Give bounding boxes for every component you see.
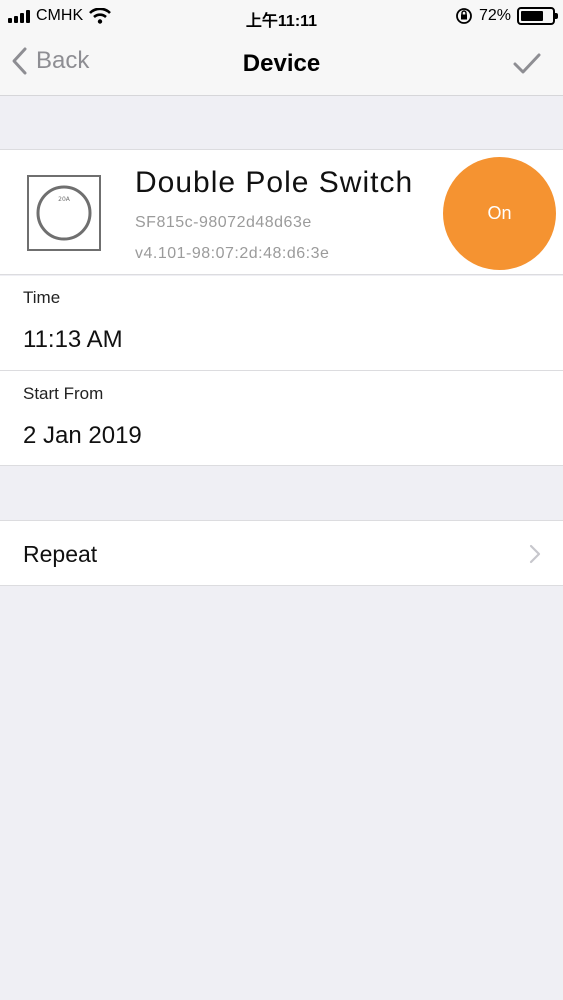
time-value: 11:13 AM [23,326,123,353]
time-row[interactable]: Time 11:13 AM [0,276,563,371]
status-right: 72% [455,7,558,25]
chevron-right-icon [529,544,541,564]
battery-fill [521,11,543,21]
confirm-button[interactable] [513,52,541,81]
checkmark-icon [513,53,541,74]
power-on-button[interactable]: On [443,157,556,270]
start-from-row[interactable]: Start From 2 Jan 2019 [0,372,563,467]
device-version: v4.101-98:07:2d:48:d6:3e [135,245,330,262]
device-model-id: SF815c-98072d48d63e [135,214,312,231]
repeat-row[interactable]: Repeat [0,520,563,586]
repeat-label: Repeat [23,541,98,567]
rotation-lock-icon [456,8,472,24]
device-name: Double Pole Switch [135,166,414,199]
page-title: Device [242,50,321,77]
battery-icon [517,7,558,25]
device-card: 20A Double Pole Switch SF815c-98072d48d6… [0,149,563,275]
start-from-label: Start From [23,384,104,403]
thumb-label: 20A [58,196,71,203]
time-label: Time [23,288,61,307]
device-thumbnail: 20A [27,175,101,251]
start-from-value: 2 Jan 2019 [23,422,142,449]
switch-icon: 20A [36,185,92,241]
navigation-bar: Back Device [0,34,563,96]
battery-percent: 72% [478,7,511,24]
status-bar: CMHK 上午11:11 72% [0,0,563,34]
schedule-section: Time 11:13 AM Start From 2 Jan 2019 [0,276,563,466]
